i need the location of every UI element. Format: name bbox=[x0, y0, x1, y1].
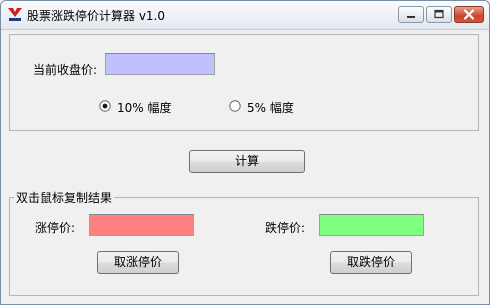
option-5pct-label[interactable]: 5% 幅度 bbox=[247, 99, 294, 116]
option-5pct-radio[interactable] bbox=[229, 100, 241, 112]
radio-dot bbox=[102, 103, 108, 109]
window-title: 股票涨跌停价计算器 v1.0 bbox=[27, 9, 166, 23]
close-price-input[interactable] bbox=[105, 53, 215, 75]
app-window: 股票涨跌停价计算器 v1.0 当前收盘价: 10% 幅度 5% 幅度 计算 双击… bbox=[0, 0, 490, 305]
calculate-button[interactable]: 计算 bbox=[189, 150, 305, 173]
maximize-button[interactable] bbox=[426, 6, 452, 23]
maximize-icon bbox=[434, 9, 444, 19]
limit-up-label: 涨停价: bbox=[35, 221, 76, 235]
result-group-legend: 双击鼠标复制结果 bbox=[14, 189, 115, 206]
get-limit-down-button[interactable]: 取跌停价 bbox=[330, 251, 412, 274]
close-button[interactable] bbox=[454, 6, 484, 23]
option-10pct-radio[interactable] bbox=[99, 100, 111, 112]
option-10pct-label[interactable]: 10% 幅度 bbox=[117, 99, 172, 116]
minimize-button[interactable] bbox=[398, 6, 424, 23]
close-price-label: 当前收盘价: bbox=[33, 63, 98, 77]
get-limit-up-button[interactable]: 取涨停价 bbox=[97, 251, 179, 274]
title-bar[interactable]: 股票涨跌停价计算器 v1.0 bbox=[1, 1, 489, 30]
minimize-icon bbox=[407, 16, 415, 18]
close-icon bbox=[463, 9, 475, 20]
input-group: 当前收盘价: 10% 幅度 5% 幅度 bbox=[9, 34, 479, 131]
limit-down-label: 跌停价: bbox=[265, 221, 306, 235]
client-area: 当前收盘价: 10% 幅度 5% 幅度 计算 双击鼠标复制结果 涨停价: 跌停价… bbox=[1, 30, 489, 304]
limit-up-field[interactable] bbox=[89, 214, 194, 236]
limit-down-field[interactable] bbox=[319, 214, 424, 236]
result-group: 双击鼠标复制结果 涨停价: 跌停价: 取涨停价 取跌停价 bbox=[9, 189, 479, 296]
app-logo-icon bbox=[8, 8, 22, 21]
